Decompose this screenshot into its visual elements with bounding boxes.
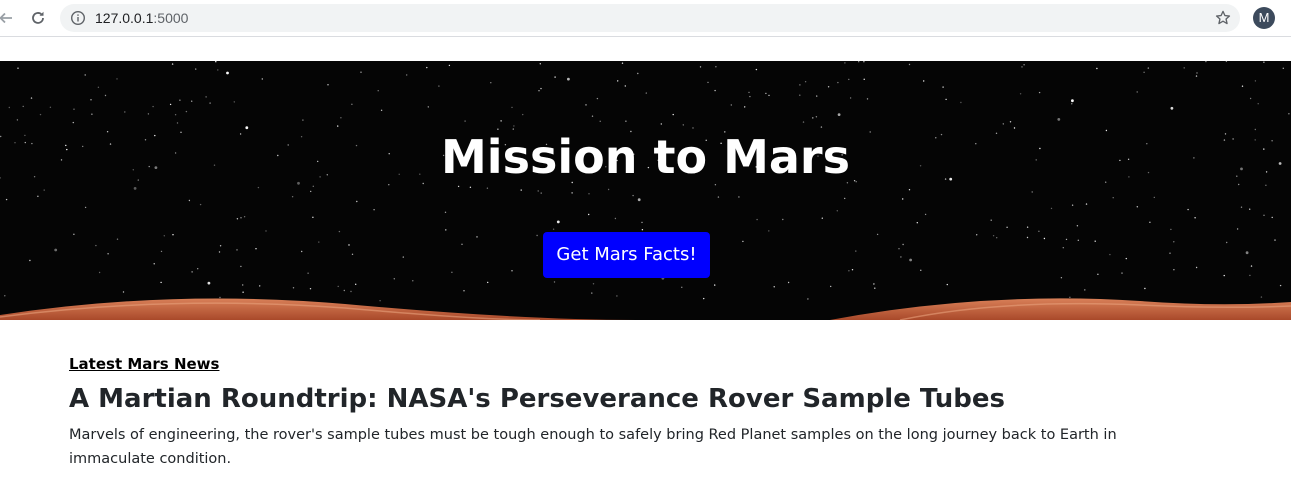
hero-jumbotron: Mission to Mars Get Mars Facts!: [0, 61, 1291, 320]
reload-icon: [32, 11, 44, 24]
latest-news-label: Latest Mars News: [69, 355, 220, 373]
hero-title: Mission to Mars: [441, 130, 850, 184]
profile-avatar[interactable]: M: [1253, 7, 1275, 29]
starfield-mars-background: [0, 61, 1291, 320]
reload-button[interactable]: [26, 6, 50, 30]
browser-toolbar: 127.0.0.1:5000 M: [0, 0, 1291, 37]
address-bar[interactable]: 127.0.0.1:5000: [60, 4, 1240, 32]
news-teaser: Marvels of engineering, the rover's samp…: [69, 427, 1117, 467]
get-mars-facts-button[interactable]: Get Mars Facts!: [543, 232, 710, 278]
bookmark-star-icon[interactable]: [1214, 9, 1232, 27]
news-headline: A Martian Roundtrip: NASA's Perseverance…: [69, 384, 1006, 414]
info-icon[interactable]: [70, 10, 86, 26]
url-host: 127.0.0.1: [95, 10, 154, 26]
back-arrow-icon: [0, 12, 12, 24]
back-button[interactable]: [0, 6, 18, 30]
url-port: :5000: [153, 10, 189, 26]
address-url[interactable]: 127.0.0.1:5000: [95, 10, 188, 26]
